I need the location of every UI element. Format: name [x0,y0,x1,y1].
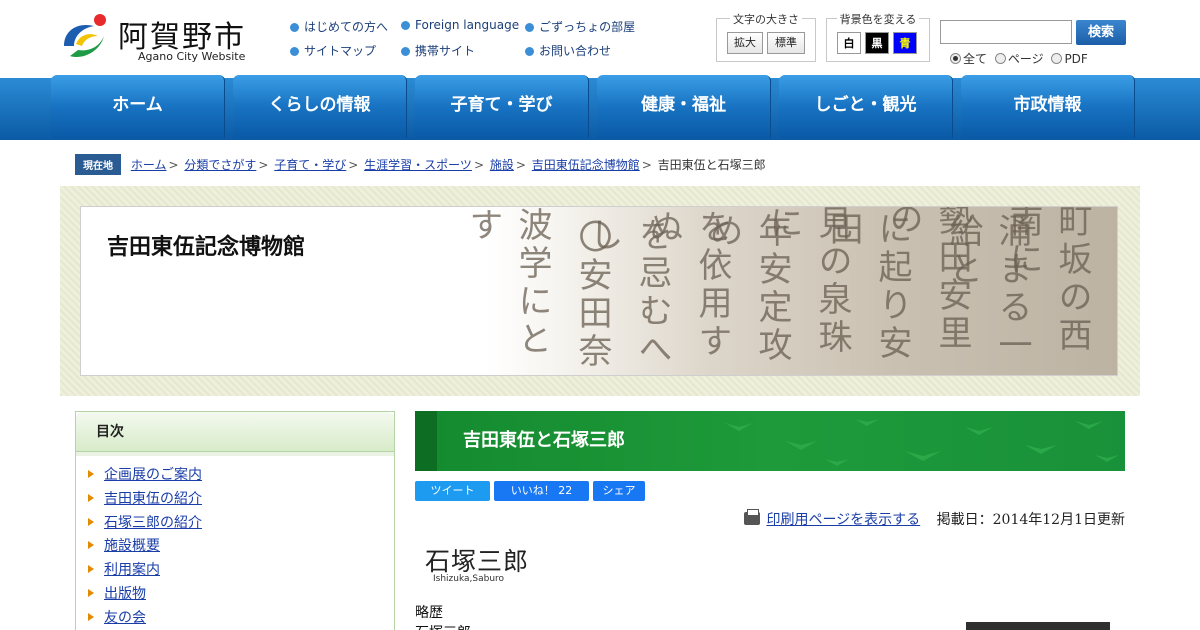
text-standard-button[interactable]: 標準 [767,32,805,54]
toc-item: 石塚三郎の紹介 [88,512,382,536]
nav-childcare-learning[interactable]: 子育て・学び [415,75,589,138]
text-size-title: 文字の大きさ [730,13,802,26]
radio-pdf-label: PDF [1064,52,1088,66]
breadcrumb: 現在地 ホーム > 分類でさがす > 子育て・学び > 生涯学習・スポーツ > 施設 > … [75,154,766,175]
toc-link-friends[interactable]: 友の会 [104,610,146,626]
radio-page-label: ページ [1007,52,1044,66]
toc-link-ishizuka[interactable]: 石塚三郎の紹介 [104,515,202,531]
toc-link-usage[interactable]: 利用案内 [104,562,160,578]
link-gozuccho-room[interactable]: ごずっちょの部屋 [525,18,635,35]
nav-living[interactable]: くらしの情報 [233,75,407,138]
city-emblem-icon [64,14,106,58]
toc-item: 利用案内 [88,559,382,583]
nav-city-government[interactable]: 市政情報 [961,75,1135,138]
table-of-contents: 目次 企画展のご案内 吉田東伍の紹介 石塚三郎の紹介 施設概要 利用案内 出版物… [75,411,395,630]
share-label: シェア [602,484,636,497]
radio-page[interactable] [994,53,1006,64]
tweet-label: ツイート [430,484,475,497]
toc-link-exhibition[interactable]: 企画展のご案内 [104,467,202,483]
tweet-button[interactable]: ツイート [415,481,490,501]
search-button[interactable]: 検索 [1076,20,1126,45]
bg-color-box: 背景色を変える 白 黒 青 [826,13,930,62]
search-input[interactable] [940,20,1072,44]
section-text: 石塚三郎 [415,622,471,630]
toc-item: 企画展のご案内 [88,464,382,488]
nav-work-tourism[interactable]: しごと・観光 [779,75,953,138]
link-foreign-language[interactable]: Foreign language [401,18,519,32]
bg-blue-button[interactable]: 青 [893,32,917,54]
toc-item: 施設概要 [88,535,382,559]
birds-decoration-icon [725,419,1119,466]
search-scope: 全て ページ PDF [950,50,1088,67]
site-header: 阿賀野市 Agano City Website はじめての方へ Foreign … [0,0,1200,78]
breadcrumb-badge: 現在地 [75,154,121,175]
global-nav: ホーム くらしの情報 子育て・学び 健康・福祉 しごと・観光 市政情報 [0,75,1200,140]
person-name: 石塚三郎 [425,547,530,576]
like-button[interactable]: いいね！ 22 [494,481,589,501]
toc-item: 吉田東伍の紹介 [88,488,382,512]
page-heading: 吉田東伍と石塚三郎 [415,411,1125,471]
radio-pdf[interactable] [1051,53,1063,64]
bg-white-button[interactable]: 白 [837,32,861,54]
breadcrumb-current: 吉田東伍と石塚三郎 [657,158,766,172]
person-roman-name: Ishizuka,Saburo [433,574,505,584]
bg-color-title: 背景色を変える [836,13,920,26]
print-row: 印刷用ページを表示する 掲載日：2014年12月1日更新 [744,509,1125,529]
text-enlarge-button[interactable]: 拡大 [727,32,763,54]
printer-icon [744,509,761,525]
nav-home[interactable]: ホーム [51,75,225,138]
link-sitemap[interactable]: サイトマップ [290,42,376,59]
like-label: いいね！ 22 [510,484,573,497]
print-page-link[interactable]: 印刷用ページを表示する [766,512,920,528]
banner-frame: 町坂の西南に 涌まる一給と 勢田安里の に起り安田 見の泉珠に 年安定攻め を依… [60,186,1140,396]
updated-date: 掲載日：2014年12月1日更新 [936,512,1125,528]
toc-link-facility[interactable]: 施設概要 [104,538,160,554]
share-button[interactable]: シェア [593,481,645,501]
museum-banner: 町坂の西南に 涌まる一給と 勢田安里の に起り安田 見の泉珠に 年安定攻め を依… [80,206,1118,376]
breadcrumb-link[interactable]: 子育て・学び [274,158,346,172]
breadcrumb-link[interactable]: ホーム [131,158,167,172]
text-size-box: 文字の大きさ 拡大 標準 [716,13,816,62]
nav-health-welfare[interactable]: 健康・福祉 [597,75,771,138]
bg-black-button[interactable]: 黒 [865,32,889,54]
toc-title: 目次 [76,412,394,452]
link-mobile-site[interactable]: 携帯サイト [401,42,475,59]
site-logo[interactable]: 阿賀野市 Agano City Website [60,10,260,66]
breadcrumb-link[interactable]: 生涯学習・スポーツ [364,158,472,172]
radio-all-label: 全て [963,52,988,66]
breadcrumb-link[interactable]: 施設 [490,158,514,172]
breadcrumb-link[interactable]: 分類でさがす [184,158,256,172]
link-contact[interactable]: お問い合わせ [525,42,611,59]
section-label: 略歴 [415,605,443,621]
toc-list: 企画展のご案内 吉田東伍の紹介 石塚三郎の紹介 施設概要 利用案内 出版物 友の… [76,452,394,630]
toc-item: 出版物 [88,583,382,607]
logo-subtitle: Agano City Website [138,50,246,63]
manuscript-image: 町坂の西南に 涌まる一給と 勢田安里の に起り安田 見の泉珠に 年安定攻め を依… [463,207,1117,375]
toc-link-yoshida[interactable]: 吉田東伍の紹介 [104,491,202,507]
toc-item: 友の会 [88,607,382,630]
page-title: 吉田東伍と石塚三郎 [463,430,625,451]
banner-title: 吉田東伍記念博物館 [107,235,306,260]
link-first-visit[interactable]: はじめての方へ [290,18,388,35]
portrait-photo [966,622,1110,630]
radio-all[interactable] [950,53,961,64]
breadcrumb-link[interactable]: 吉田東伍記念博物館 [532,158,640,172]
toc-link-publications[interactable]: 出版物 [104,586,146,602]
